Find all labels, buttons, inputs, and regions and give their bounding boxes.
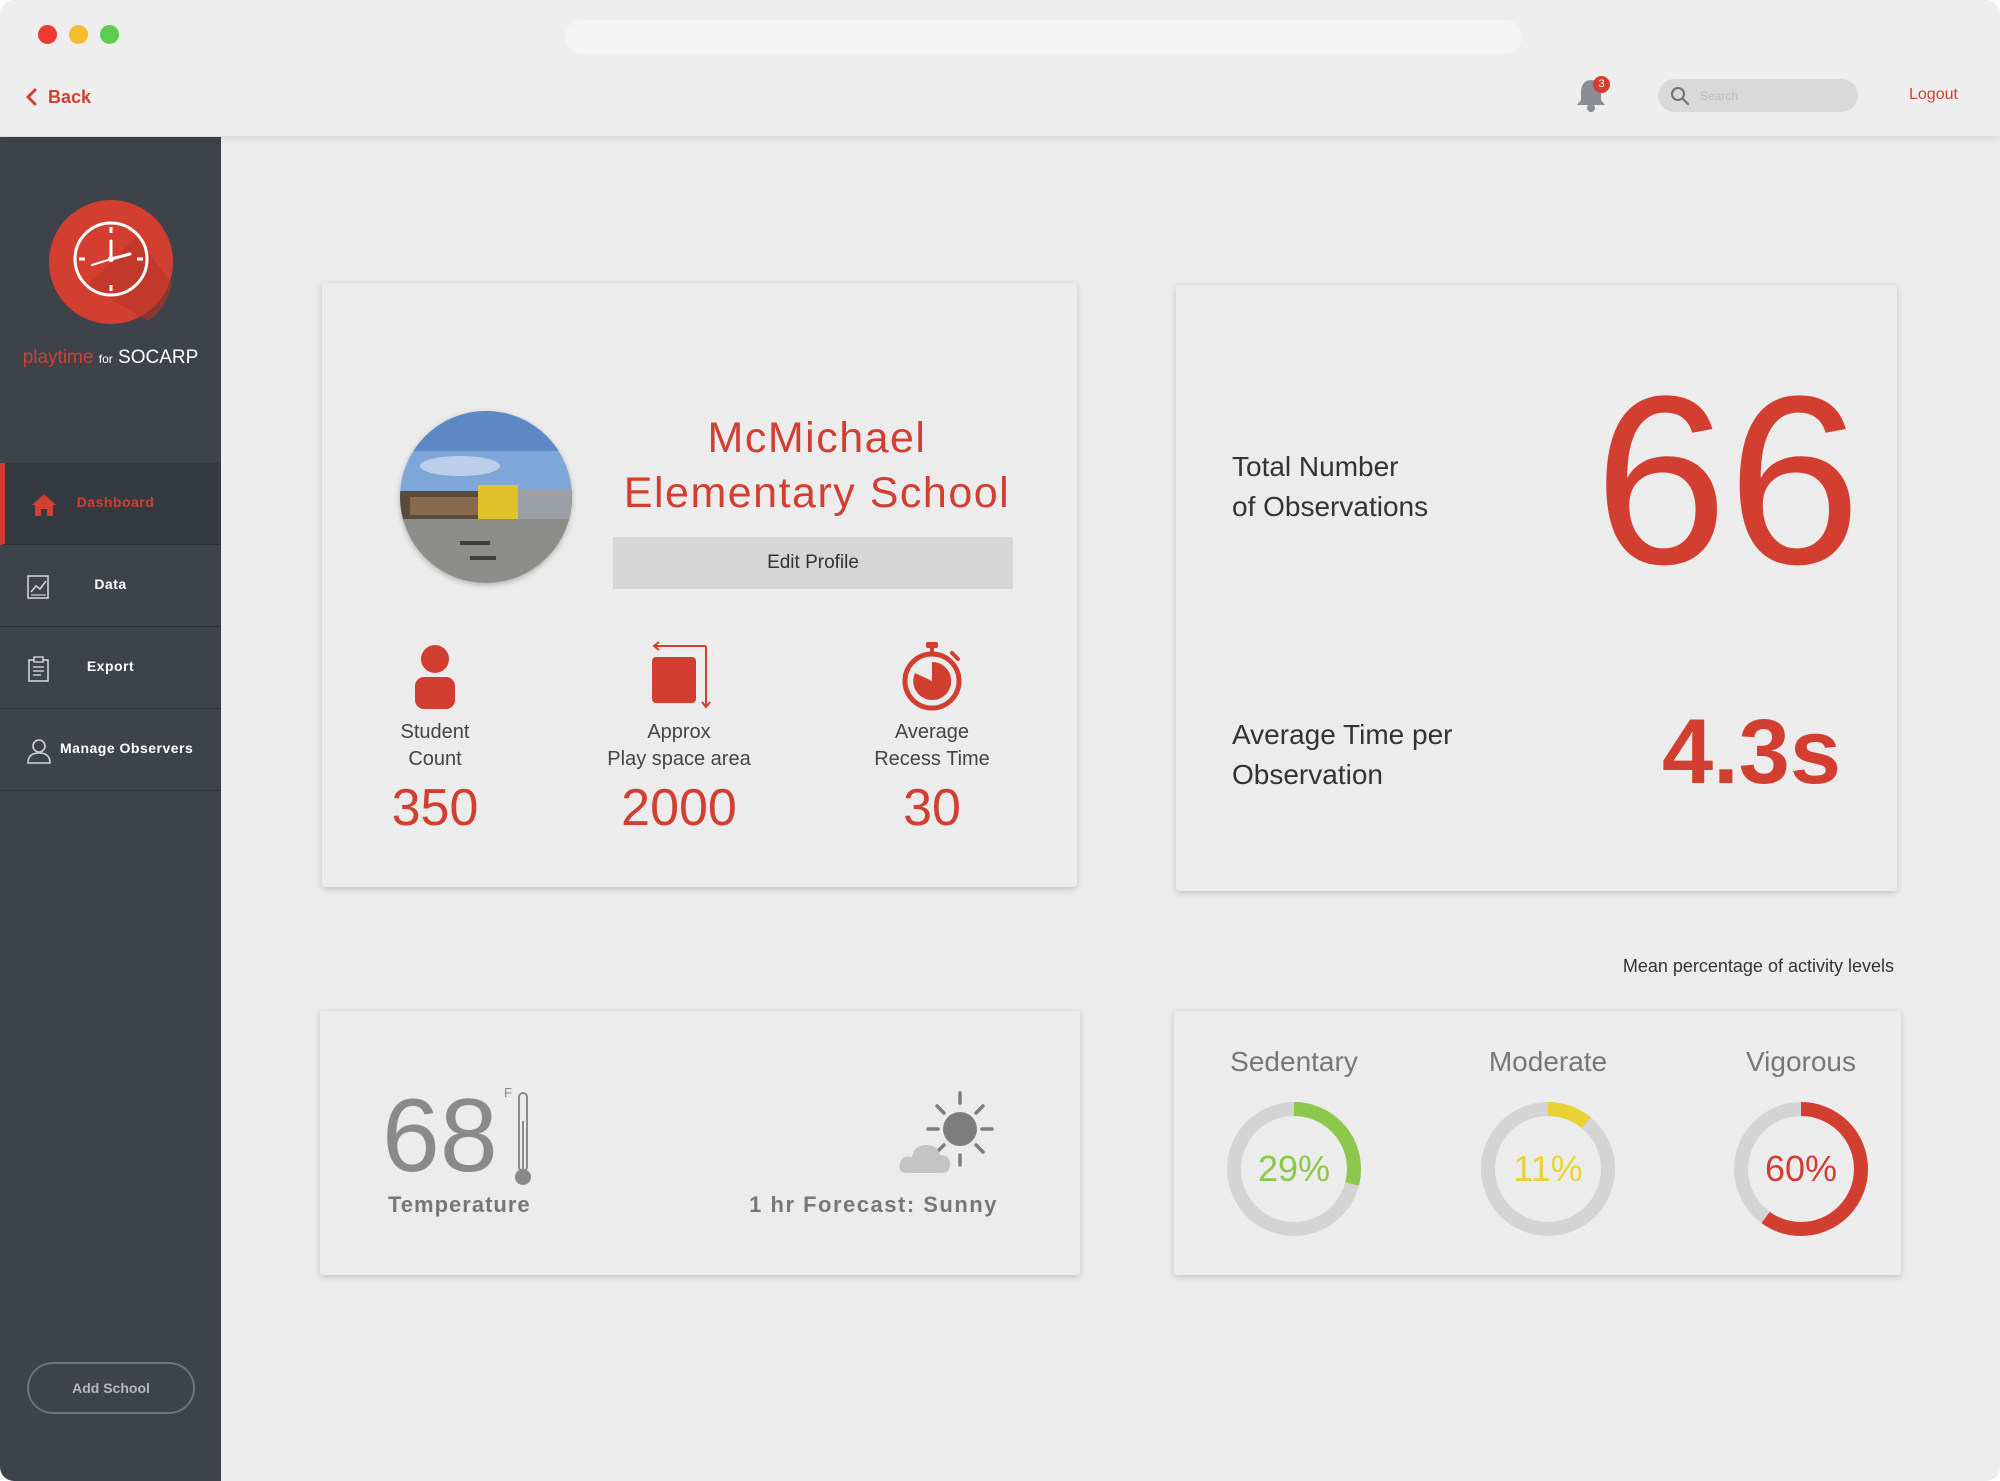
activity-levels-card: Sedentary 29% Moderate 11% Vigorous 60%: [1174, 1011, 1901, 1275]
sidebar-item-manage-observers[interactable]: Manage Observers: [0, 709, 221, 791]
back-button[interactable]: Back: [22, 85, 91, 109]
sidebar-item-export[interactable]: Export: [0, 627, 221, 709]
notification-badge: 3: [1593, 76, 1610, 93]
average-time-value: 4.3s: [1661, 701, 1841, 803]
user-icon: [27, 739, 51, 764]
student-icon: [415, 645, 455, 709]
add-school-button[interactable]: Add School: [27, 1362, 195, 1414]
temperature-value: 68: [382, 1078, 498, 1194]
activity-vigorous: Vigorous 60%: [1711, 1045, 1891, 1239]
address-bar[interactable]: [565, 20, 1522, 54]
school-photo: [400, 411, 572, 583]
thermometer-icon: [515, 1092, 531, 1185]
moderate-percent: 11%: [1513, 1148, 1582, 1189]
area-icon: [652, 641, 711, 709]
forecast-label: 1 hr Forecast: Sunny: [749, 1192, 998, 1217]
play-space-area-value: 2000: [621, 779, 737, 837]
stat-student-count: Student Count 350: [325, 641, 545, 837]
chevron-left-icon: [26, 88, 37, 106]
activity-caption: Mean percentage of activity levels: [1622, 956, 1894, 976]
moderate-donut-chart: 11%: [1481, 1102, 1615, 1236]
stat-play-space-area: Approx Play space area 2000: [569, 641, 789, 837]
brand-name: playtime for SOCARP: [22, 347, 199, 368]
edit-profile-button[interactable]: Edit Profile: [613, 537, 1013, 589]
stat-recess-time: Average Recess Time 30: [822, 641, 1042, 837]
vigorous-donut-chart: 60%: [1734, 1102, 1868, 1236]
sidebar: playtime for SOCARP Dashboard Data Expor…: [0, 137, 221, 1481]
window-maximize-button[interactable]: [100, 25, 119, 44]
vigorous-percent: 60%: [1765, 1148, 1837, 1189]
logout-link[interactable]: Logout: [1909, 86, 1958, 104]
observations-card: Total Number of Observations 66 Average …: [1176, 285, 1897, 891]
school-name: McMichael Elementary School: [623, 414, 1011, 517]
activity-sedentary: Sedentary 29%: [1204, 1045, 1384, 1239]
window-close-button[interactable]: [38, 25, 57, 44]
temperature-label: Temperature: [388, 1192, 531, 1217]
stopwatch-icon: [902, 642, 962, 711]
window-minimize-button[interactable]: [69, 25, 88, 44]
total-observations-label: Total Number of Observations: [1232, 451, 1429, 522]
student-count-value: 350: [391, 779, 479, 837]
weather-card: 68 F Temperature 1 hr Forecast: Sunny: [320, 1011, 1080, 1275]
average-time-label: Average Time per Observation: [1232, 719, 1453, 790]
sedentary-donut-chart: 29%: [1227, 1102, 1361, 1236]
temperature-unit: F: [504, 1085, 512, 1100]
school-profile-card: McMichael Elementary School Edit Profile…: [322, 283, 1077, 887]
partly-sunny-icon: [899, 1091, 994, 1173]
search-icon: [1671, 86, 1690, 105]
recess-time-value: 30: [903, 779, 961, 837]
app-window: Back 3 Logout: [0, 0, 2000, 1481]
total-observations-value: 66: [1594, 346, 1861, 614]
clock-logo-icon: [49, 200, 173, 324]
title-bar: Back 3 Logout: [0, 0, 2000, 137]
sedentary-percent: 29%: [1258, 1148, 1330, 1189]
school-image: [400, 411, 572, 583]
search-box[interactable]: [1658, 79, 1858, 112]
search-input[interactable]: [1700, 88, 1850, 103]
activity-moderate: Moderate 11%: [1458, 1045, 1638, 1239]
sidebar-item-dashboard[interactable]: Dashboard: [0, 463, 221, 545]
back-label: Back: [48, 86, 92, 107]
sidebar-item-data[interactable]: Data: [0, 545, 221, 627]
